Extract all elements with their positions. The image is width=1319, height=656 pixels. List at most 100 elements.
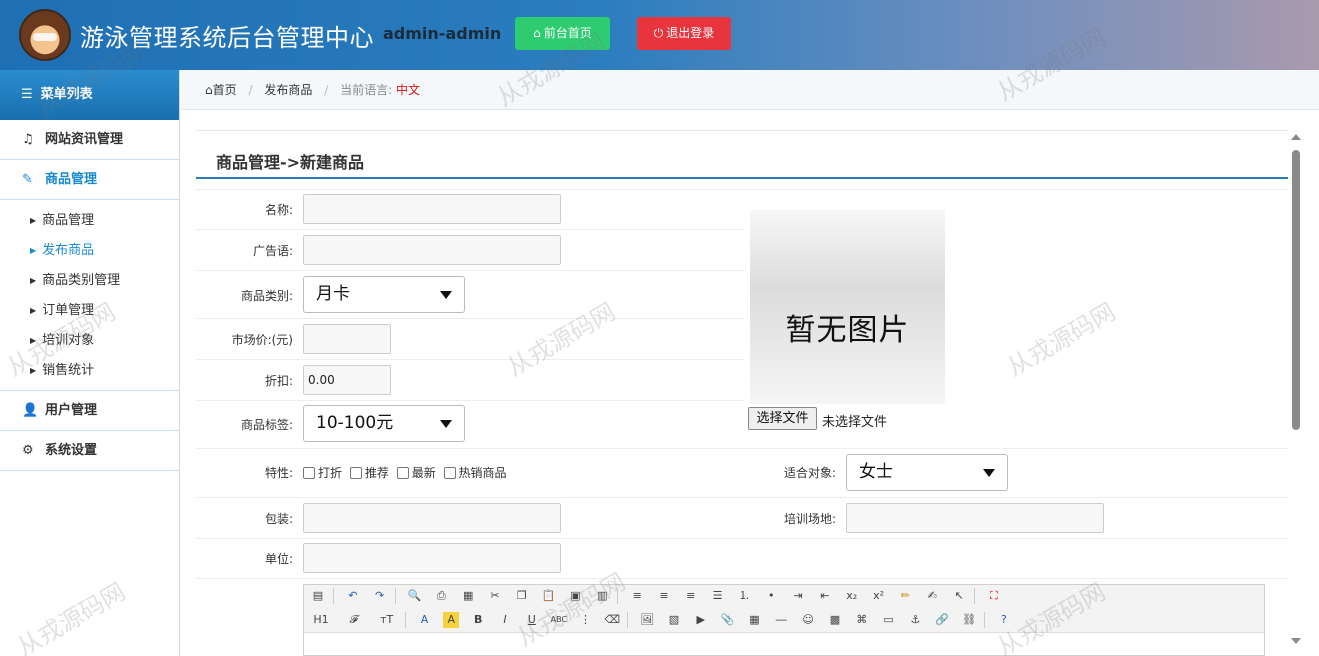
multi-image-icon[interactable]: ▧ xyxy=(666,612,682,628)
cut-icon[interactable]: ✂ xyxy=(487,588,503,604)
venue-input[interactable] xyxy=(846,503,1104,533)
price-input[interactable] xyxy=(303,324,391,354)
discount-input[interactable] xyxy=(303,365,391,395)
checkbox-discount[interactable] xyxy=(303,467,315,479)
category-select[interactable]: 月卡 xyxy=(303,276,465,313)
redo-icon[interactable]: ↷ xyxy=(372,588,388,604)
row-divider xyxy=(196,538,1288,539)
sidebar-item-product-manage[interactable]: ▶ 商品管理 xyxy=(0,206,179,236)
package-input[interactable] xyxy=(303,503,561,533)
hr-icon[interactable]: ― xyxy=(773,612,789,628)
print-icon[interactable]: ⎙ xyxy=(433,588,449,604)
subscript-icon[interactable]: x₂ xyxy=(844,588,860,604)
unordered-list-icon[interactable]: • xyxy=(763,588,779,604)
tag-selected: 10-100元 xyxy=(316,413,394,433)
pagebreak-icon[interactable]: ▭ xyxy=(881,612,897,628)
underline-icon[interactable]: U xyxy=(524,612,540,628)
justify-icon[interactable]: ☰ xyxy=(710,588,726,604)
category-label: 商品类别: xyxy=(240,289,293,303)
text-color-icon[interactable]: A xyxy=(416,612,432,628)
image-preview: 暂无图片 xyxy=(750,210,945,404)
no-image-text: 暂无图片 xyxy=(785,313,910,348)
map-icon[interactable]: ▩ xyxy=(827,612,843,628)
sidebar-group-settings[interactable]: ⚙ 系统设置 xyxy=(0,431,179,471)
logout-button[interactable]: ⏻ 退出登录 xyxy=(637,17,731,50)
home-icon: ⌂ xyxy=(205,83,213,97)
template-icon[interactable]: ▦ xyxy=(460,588,476,604)
choose-file-button[interactable]: 选择文件 xyxy=(748,407,817,430)
sidebar-item-category-manage[interactable]: ▶ 商品类别管理 xyxy=(0,266,179,296)
heading-tool[interactable]: H1 xyxy=(310,612,332,628)
scroll-down-icon[interactable] xyxy=(1291,638,1301,644)
checkbox-recommend[interactable] xyxy=(349,467,362,479)
preview-icon[interactable]: 🔍 xyxy=(406,588,422,604)
rich-text-editor[interactable]: ▤ ↶ ↷ 🔍 ⎙ ▦ ✂ ❐ 📋 ▣ ▥ ≡ ≡ ≡ ☰ ⒈ • ⇥ ⇤ x₂… xyxy=(303,584,1265,656)
paste-text-icon[interactable]: ▣ xyxy=(567,588,583,604)
code-icon[interactable]: ⌘ xyxy=(854,612,870,628)
paste-icon[interactable]: 📋 xyxy=(541,588,557,604)
highlight-icon[interactable]: A xyxy=(443,612,460,628)
bold-icon[interactable]: B xyxy=(470,612,486,628)
help-icon[interactable]: ? xyxy=(996,612,1012,628)
link-icon[interactable]: 🔗 xyxy=(934,612,950,628)
italic-icon[interactable]: I xyxy=(497,612,513,628)
line-height-icon[interactable]: ⋮ xyxy=(577,612,593,628)
ordered-list-icon[interactable]: ⒈ xyxy=(736,588,752,604)
avatar-logo xyxy=(19,9,71,61)
sidebar-group-products[interactable]: ✎ 商品管理 xyxy=(0,160,179,200)
caret-right-icon: ▶ xyxy=(30,276,37,285)
sidebar-item-order-manage[interactable]: ▶ 订单管理 xyxy=(0,296,179,326)
fullscreen-icon[interactable]: ⛶ xyxy=(986,588,1002,604)
tag-select[interactable]: 10-100元 xyxy=(303,405,465,442)
sidebar-item-sales-stats[interactable]: ▶ 销售统计 xyxy=(0,356,179,386)
front-page-button[interactable]: ⌂ 前台首页 xyxy=(515,17,610,50)
editor-toolbar: ▤ ↶ ↷ 🔍 ⎙ ▦ ✂ ❐ 📋 ▣ ▥ ≡ ≡ ≡ ☰ ⒈ • ⇥ ⇤ x₂… xyxy=(304,585,1264,633)
image-icon[interactable]: 🖼 xyxy=(639,612,655,628)
strikethrough-icon[interactable]: ABC xyxy=(551,612,567,628)
table-icon[interactable]: ▦ xyxy=(746,612,762,628)
scroll-thumb[interactable] xyxy=(1292,150,1300,430)
clear-format-icon[interactable]: ✏ xyxy=(897,588,913,604)
sidebar-item-training-target[interactable]: ▶ 培训对象 xyxy=(0,326,179,356)
copy-icon[interactable]: ❐ xyxy=(514,588,530,604)
scroll-up-icon[interactable] xyxy=(1291,134,1301,140)
sidebar-group-news[interactable]: ♫ 网站资讯管理 xyxy=(0,120,179,160)
target-select[interactable]: 女士 xyxy=(846,454,1008,491)
superscript-icon[interactable]: x² xyxy=(871,588,887,604)
sidebar-item-publish-product[interactable]: ▶ 发布商品 xyxy=(0,236,179,266)
breadcrumb-home[interactable]: 首页 xyxy=(213,83,237,97)
outdent-icon[interactable]: ⇤ xyxy=(817,588,833,604)
eraser-icon[interactable]: ⌫ xyxy=(604,612,621,628)
current-user: admin-admin xyxy=(383,24,502,43)
scrollbar[interactable] xyxy=(1288,130,1304,656)
align-center-icon[interactable]: ≡ xyxy=(656,588,672,604)
breadcrumb-current[interactable]: 发布商品 xyxy=(264,83,312,97)
unit-input[interactable] xyxy=(303,543,561,573)
source-icon[interactable]: ▤ xyxy=(310,588,326,604)
category-selected: 月卡 xyxy=(316,284,350,304)
music-icon: ♫ xyxy=(22,132,34,147)
checkbox-hot[interactable] xyxy=(443,467,456,479)
caret-right-icon: ▶ xyxy=(30,366,37,375)
font-size-tool[interactable]: тT xyxy=(376,612,398,628)
anchor-icon[interactable]: ⚓ xyxy=(907,612,923,628)
language-value[interactable]: 中文 xyxy=(396,83,420,97)
select-all-icon[interactable]: ↖ xyxy=(951,588,967,604)
flash-icon[interactable]: ▶ xyxy=(693,612,709,628)
sidebar-group-users[interactable]: 👤 用户管理 xyxy=(0,391,179,431)
align-left-icon[interactable]: ≡ xyxy=(629,588,645,604)
gear-icon: ⚙ xyxy=(22,443,34,458)
unlink-icon[interactable]: ⛓ xyxy=(961,612,977,628)
checkbox-newest[interactable] xyxy=(396,467,409,479)
align-right-icon[interactable]: ≡ xyxy=(683,588,699,604)
emoticon-icon[interactable]: ☺ xyxy=(800,612,816,628)
undo-icon[interactable]: ↶ xyxy=(345,588,361,604)
indent-icon[interactable]: ⇥ xyxy=(790,588,806,604)
ad-input[interactable] xyxy=(303,235,561,265)
paste-word-icon[interactable]: ▥ xyxy=(594,588,610,604)
name-input[interactable] xyxy=(303,194,561,224)
font-family-tool[interactable]: 𝓕 xyxy=(343,612,365,628)
home-icon: ⌂ xyxy=(533,26,541,40)
attachment-icon[interactable]: 📎 xyxy=(720,612,736,628)
quick-format-icon[interactable]: ✍ xyxy=(924,588,940,604)
